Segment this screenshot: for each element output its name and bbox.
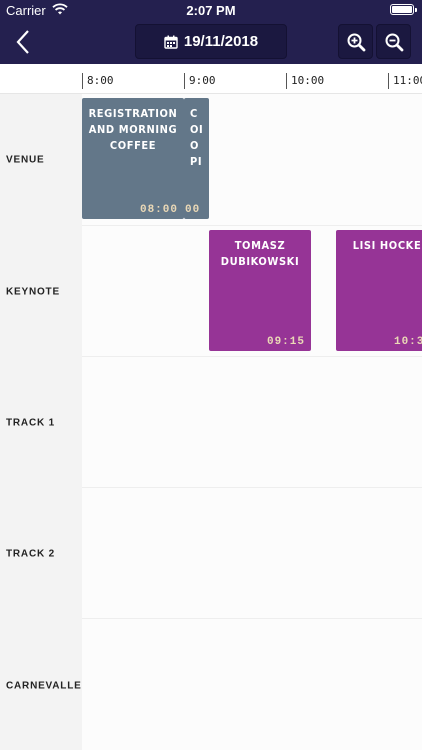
session-card[interactable]: LISI HOCKE 10:30 [336, 230, 422, 351]
timeline-header[interactable]: 8:00 9:00 10:00 11:00 [0, 64, 422, 94]
status-bar: Carrier 2:07 PM [0, 0, 422, 20]
zoom-out-button[interactable] [376, 24, 411, 59]
session-card[interactable]: REGISTRATION AND MORNING COFFEE 08:00 [82, 98, 184, 219]
time-tick-label: 8:00 [82, 73, 114, 89]
session-title: COI OPI [190, 107, 204, 168]
track-label-track-1: TRACK 1 [6, 417, 55, 429]
row-divider [82, 487, 422, 488]
session-card[interactable]: COI OPI 00 [184, 98, 209, 219]
session-time: 00 [185, 204, 201, 216]
track-labels-column: VENUE KEYNOTE TRACK 1 TRACK 2 CARNEVALLE [0, 94, 82, 750]
session-title: TOMASZ DUBIKOWSKI [220, 239, 300, 268]
schedule-grid[interactable]: REGISTRATION AND MORNING COFFEE 08:00 CO… [82, 94, 422, 750]
back-button[interactable] [6, 24, 40, 60]
zoom-out-icon [385, 33, 403, 51]
zoom-in-button[interactable] [338, 24, 373, 59]
track-label-venue: VENUE [6, 154, 45, 166]
session-title: REGISTRATION AND MORNING COFFEE [88, 107, 178, 152]
session-card[interactable]: TOMASZ DUBIKOWSKI 09:15 [209, 230, 311, 351]
chevron-left-icon [16, 30, 29, 54]
row-divider [82, 225, 422, 226]
session-title: LISI HOCKE [352, 239, 422, 252]
track-label-track-2: TRACK 2 [6, 548, 55, 560]
row-divider [82, 618, 422, 619]
time-tick-label: 9:00 [184, 73, 216, 89]
zoom-in-icon [347, 33, 365, 51]
time-tick-label: 11:00 [388, 73, 422, 89]
session-time: 10:30 [393, 336, 422, 348]
track-label-keynote: KEYNOTE [6, 286, 60, 298]
nav-bar: 19/11/2018 [0, 20, 422, 64]
session-time: 09:15 [266, 336, 305, 348]
row-divider [82, 356, 422, 357]
track-label-carnevalle: CARNEVALLE [6, 680, 82, 692]
time-tick-label: 10:00 [286, 73, 324, 89]
battery-icon [390, 4, 417, 15]
calendar-icon [164, 35, 178, 49]
date-picker-button[interactable]: 19/11/2018 [135, 24, 287, 59]
status-time: 2:07 PM [186, 3, 236, 18]
date-label: 19/11/2018 [183, 33, 259, 50]
session-time: 08:00 [139, 204, 178, 216]
